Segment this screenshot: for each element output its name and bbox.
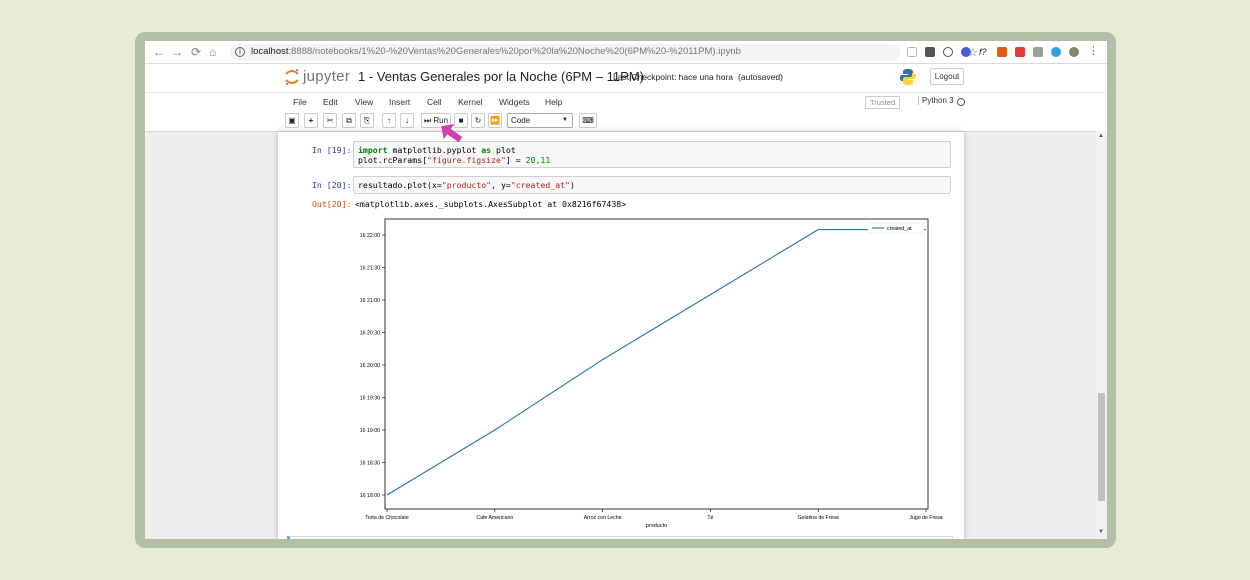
browser-window: ← → ⟳ ⌂ i localhost:8888/notebooks/1%20-… <box>145 41 1107 539</box>
forward-icon[interactable]: → <box>171 44 183 60</box>
move-down-icon[interactable]: ↓ <box>400 113 414 128</box>
notebook-toolbar: ▣ + ✂ ⧉ ⎘ ↑ ↓ ⏭ Run ■ ↻ ⏩ Code ▼ ⌨ <box>145 112 1107 131</box>
move-up-icon[interactable]: ↑ <box>382 113 396 128</box>
x-tick-label: Té <box>707 515 713 521</box>
cursor-arrow-icon <box>441 124 463 143</box>
avatar[interactable] <box>1069 47 1079 57</box>
menu-dots-icon[interactable]: ⋮ <box>1088 44 1099 57</box>
reload-icon[interactable]: ⟳ <box>191 44 201 60</box>
legend-label: created_at <box>887 226 912 232</box>
back-icon[interactable]: ← <box>153 44 165 60</box>
add-cell-icon[interactable]: + <box>304 113 318 128</box>
paste-icon[interactable]: ⎘ <box>360 113 374 128</box>
scroll-thumb[interactable] <box>1098 393 1105 501</box>
python-logo-icon <box>900 69 916 85</box>
extension-icon[interactable] <box>1051 47 1061 57</box>
x-tick-label: Torta de Chocolate <box>365 515 409 521</box>
y-tick-label: 16 21:00 <box>360 298 380 304</box>
jupyter-logo-icon[interactable] <box>285 68 299 86</box>
x-tick-label: Jugo de Fresa <box>909 515 942 521</box>
line-chart: 16 18:00 16 18:30 16 19:00 16 19:30 16 20:00… <box>360 218 943 529</box>
menu-kernel[interactable]: Kernel <box>458 97 483 107</box>
jupyter-logo-text: jupyter <box>303 68 351 85</box>
jupyter-header: jupyter 1 - Ventas Generales por la Noch… <box>145 64 1107 92</box>
output-text: <matplotlib.axes._subplots.AxesSubplot a… <box>355 199 627 209</box>
save-icon[interactable]: ▣ <box>285 113 299 128</box>
y-tick-label: 16 22:00 <box>360 233 380 239</box>
scroll-down-icon[interactable]: ▼ <box>1098 529 1104 535</box>
cell-prompt: In [20]: <box>312 180 352 190</box>
cell-prompt: In [19]: <box>312 145 352 155</box>
run-icon: ⏭ <box>423 116 432 125</box>
home-icon[interactable]: ⌂ <box>209 44 216 60</box>
scroll-up-icon[interactable]: ▲ <box>1098 133 1104 139</box>
y-tick-label: 16 19:00 <box>360 428 380 434</box>
code-cell[interactable]: resultado.plot(x="producto", y="created_… <box>353 176 951 194</box>
x-tick-label: Gelatina de Fresa <box>798 515 839 521</box>
y-tick-label: 16 19:30 <box>360 396 380 402</box>
output-prompt: Out[20]: <box>312 199 352 209</box>
cell-type-select[interactable]: Code ▼ <box>507 113 573 128</box>
notebook-title[interactable]: 1 - Ventas Generales por la Noche (6PM –… <box>358 69 644 84</box>
code-cell[interactable]: import matplotlib.pyplot as plot plot.rc… <box>353 141 951 168</box>
y-tick-label: 16 20:00 <box>360 363 380 369</box>
extension-icon[interactable]: f? <box>979 47 989 57</box>
plot-area <box>384 218 929 510</box>
restart-icon[interactable]: ↻ <box>471 113 485 128</box>
url-text[interactable]: localhost:8888/notebooks/1%20-%20Ventas%… <box>251 46 741 57</box>
menu-file[interactable]: File <box>293 97 307 107</box>
extension-icon[interactable] <box>1015 47 1025 57</box>
menu-cell[interactable]: Cell <box>427 97 442 107</box>
address-bar[interactable]: i localhost:8888/notebooks/1%20-%20Venta… <box>230 44 978 61</box>
menu-view[interactable]: View <box>355 97 373 107</box>
y-tick-label: 16 18:00 <box>360 493 380 499</box>
keyboard-icon[interactable]: ⌨ <box>579 113 597 128</box>
kernel-name: Python 3 <box>918 96 954 105</box>
menu-widgets[interactable]: Widgets <box>499 97 530 107</box>
y-tick-label: 16 21:30 <box>360 266 380 272</box>
checkpoint-status: Last Checkpoint: hace una hora (autosaved… <box>613 72 783 82</box>
x-tick-label: Cafe Americano <box>476 515 513 521</box>
copy-icon[interactable]: ⧉ <box>342 113 356 128</box>
y-tick-label: 16 18:30 <box>360 461 380 467</box>
menu-help[interactable]: Help <box>545 97 562 107</box>
x-axis-label: producto <box>646 523 667 529</box>
info-icon[interactable]: i <box>235 47 245 57</box>
trusted-badge[interactable]: Trusted <box>865 96 901 109</box>
extension-icon[interactable] <box>961 47 971 57</box>
extension-icon[interactable] <box>907 47 917 57</box>
extension-icon[interactable] <box>997 47 1007 57</box>
x-tick-label: Arroz con Leche <box>584 515 622 521</box>
extension-icon[interactable] <box>1033 47 1043 57</box>
menu-edit[interactable]: Edit <box>323 97 338 107</box>
browser-toolbar: ← → ⟳ ⌂ i localhost:8888/notebooks/1%20-… <box>145 41 1107 64</box>
menubar: File Edit View Insert Cell Kernel Widget… <box>145 92 1107 112</box>
logout-button[interactable]: Logout <box>930 68 964 85</box>
restart-run-all-icon[interactable]: ⏩ <box>488 113 502 128</box>
extension-icon[interactable] <box>925 47 935 57</box>
kernel-indicator-icon <box>957 98 965 106</box>
scrollbar[interactable]: ▲ ▼ <box>1096 131 1107 539</box>
menu-insert[interactable]: Insert <box>389 97 410 107</box>
y-tick-label: 16 20:30 <box>360 331 380 337</box>
cut-icon[interactable]: ✂ <box>323 113 337 128</box>
extension-icon[interactable] <box>943 47 953 57</box>
caret-down-icon: ▼ <box>562 117 568 123</box>
